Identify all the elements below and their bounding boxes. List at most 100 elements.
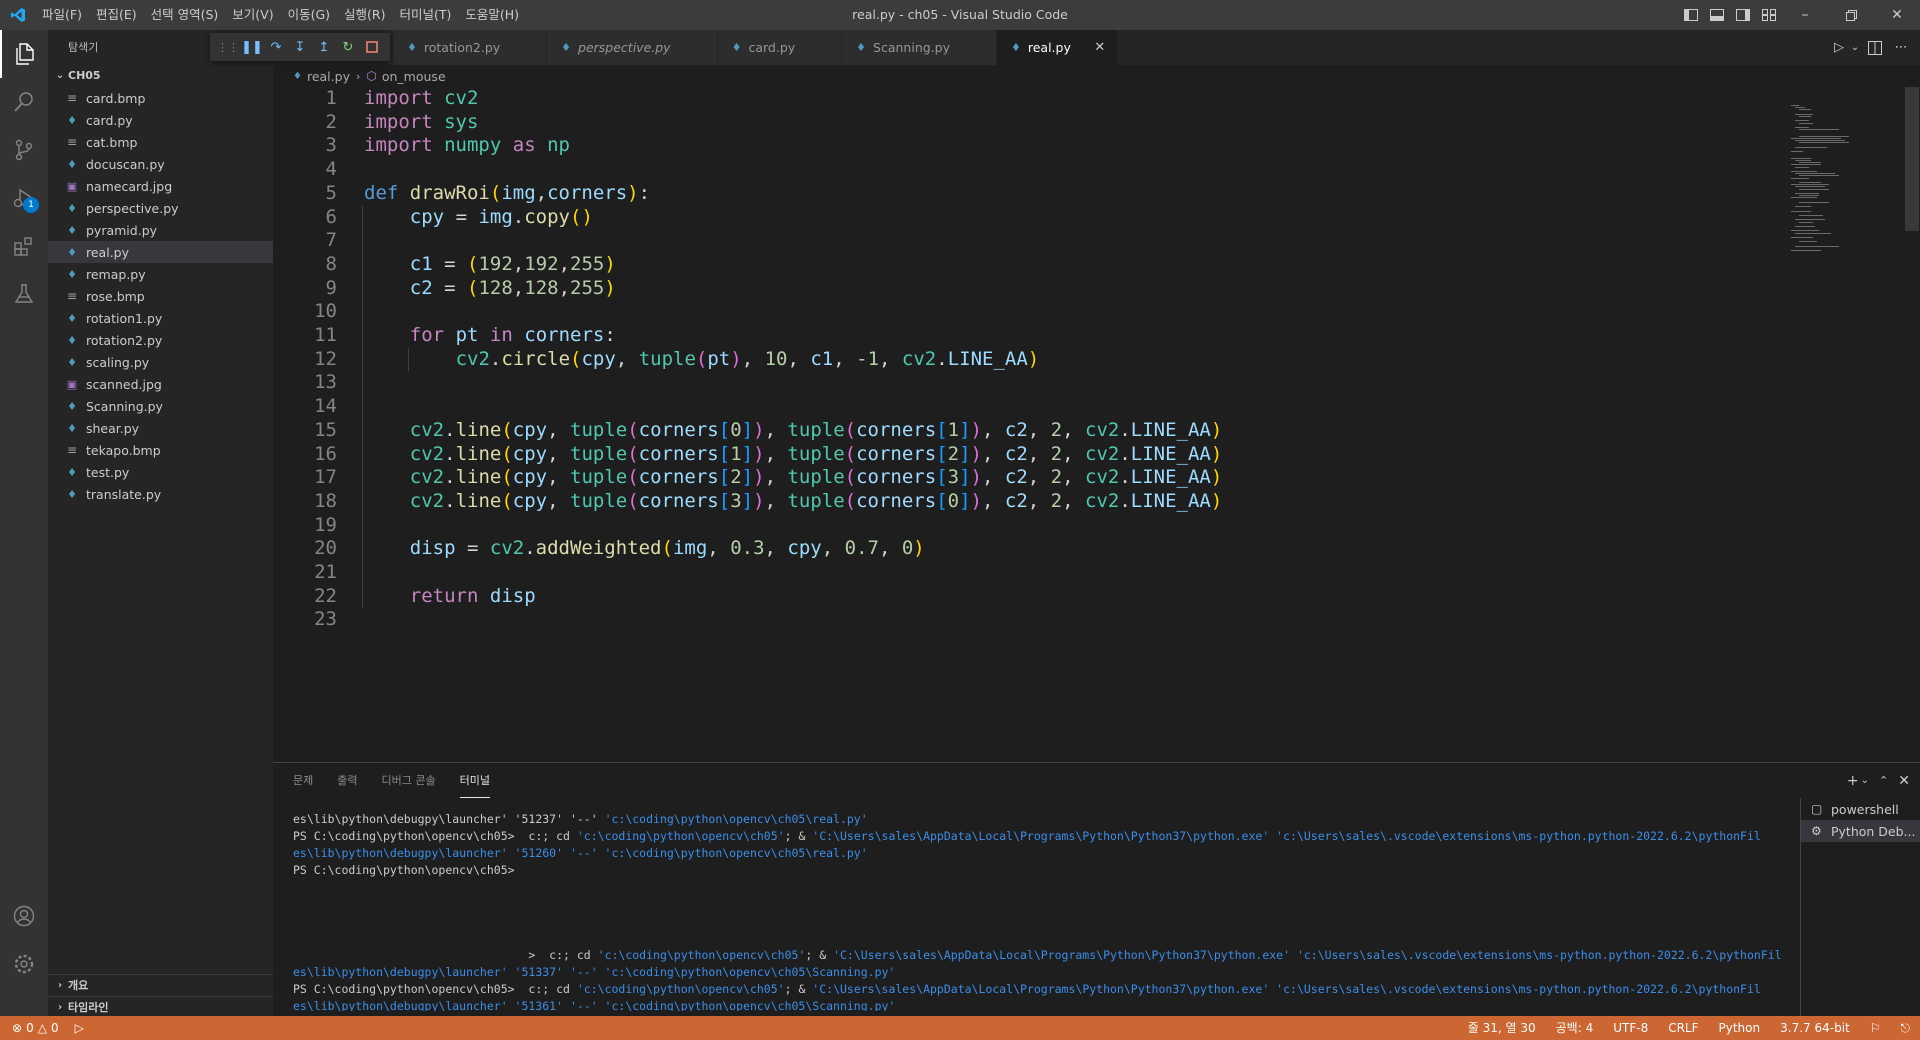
file-item[interactable]: ♦ scaling.py (48, 351, 273, 373)
code-text: return disp (409, 584, 536, 607)
encoding[interactable]: UTF-8 (1603, 1016, 1658, 1040)
close-tab-icon[interactable]: ✕ (817, 40, 831, 55)
warning-count[interactable]: 0 (51, 1021, 59, 1035)
file-item[interactable]: ♦ Scanning.py (48, 395, 273, 417)
more-actions-icon[interactable]: ⋯ (1890, 37, 1912, 59)
drag-handle-icon[interactable]: ⋮⋮ (216, 36, 240, 58)
menu-item[interactable]: 보기(V) (225, 0, 280, 30)
panel-tab[interactable]: 디버그 콘솔 (382, 763, 436, 798)
toggle-sidebar-icon[interactable] (1678, 0, 1704, 30)
file-item[interactable]: ▣ namecard.jpg (48, 175, 273, 197)
step-into-icon[interactable]: ↧ (288, 36, 312, 58)
run-debug-icon[interactable]: 1 (0, 174, 48, 222)
menu-item[interactable]: 이동(G) (281, 0, 337, 30)
warning-icon[interactable]: △ (38, 1021, 47, 1035)
minimap-line (1791, 151, 1803, 153)
end-of-line[interactable]: CRLF (1658, 1016, 1708, 1040)
file-item[interactable]: ≡ cat.bmp (48, 131, 273, 153)
toggle-secondary-sidebar-icon[interactable] (1730, 0, 1756, 30)
error-count[interactable]: 0 (26, 1021, 34, 1035)
error-icon[interactable]: ⊗ (12, 1021, 22, 1035)
step-out-icon[interactable]: ↥ (312, 36, 336, 58)
accounts-icon[interactable] (0, 892, 48, 940)
menu-item[interactable]: 선택 영역(S) (144, 0, 226, 30)
settings-gear-icon[interactable] (0, 940, 48, 988)
file-item[interactable]: ♦ rotation2.py (48, 329, 273, 351)
breadcrumb-file[interactable]: real.py (307, 69, 350, 84)
debug-launch-icon[interactable]: ▷ (75, 1021, 84, 1035)
code-editor[interactable]: 1 import cv2 2 import sys 3 import numpy as n… (273, 87, 1920, 762)
tab-rotation2-py[interactable]: ♦ rotation2.py ✕ (393, 30, 548, 65)
file-item[interactable]: ♦ docuscan.py (48, 153, 273, 175)
chevron-down-icon[interactable]: ⌄ (1861, 775, 1869, 786)
file-item[interactable]: ≡ card.bmp (48, 87, 273, 109)
new-terminal-icon[interactable]: + (1847, 773, 1859, 789)
minimize-icon[interactable]: – (1782, 0, 1828, 30)
tab-real-py[interactable]: ♦ real.py ✕ (996, 30, 1118, 65)
close-panel-icon[interactable]: ✕ (1898, 773, 1910, 789)
tab-scanning-py[interactable]: ♦ Scanning.py ✕ (842, 30, 997, 65)
minimap[interactable] (1788, 87, 1898, 762)
split-editor-icon[interactable] (1864, 37, 1886, 59)
file-item[interactable]: ♦ remap.py (48, 263, 273, 285)
search-icon[interactable] (0, 78, 48, 126)
timeline-section[interactable]: › 타임라인 (48, 996, 273, 1018)
source-control-icon[interactable] (0, 126, 48, 174)
tab-card-py[interactable]: ♦ card.py ✕ (717, 30, 843, 65)
customize-layout-icon[interactable] (1756, 0, 1782, 30)
stop-icon[interactable] (360, 36, 384, 58)
panel-tab[interactable]: 문제 (293, 763, 313, 798)
menu-item[interactable]: 파일(F) (35, 0, 89, 30)
testing-icon[interactable] (0, 270, 48, 318)
terminal-instance[interactable]: ▢ powershell (1801, 798, 1920, 820)
pause-icon[interactable]: ❚❚ (240, 36, 264, 58)
folder-ch05[interactable]: ⌄ CH05 (48, 65, 273, 87)
file-item[interactable]: ♦ pyramid.py (48, 219, 273, 241)
file-item[interactable]: ♦ perspective.py (48, 197, 273, 219)
file-item[interactable]: ♦ test.py (48, 461, 273, 483)
restart-icon[interactable]: ↻ (336, 36, 360, 58)
close-window-icon[interactable]: ✕ (1874, 0, 1920, 30)
step-over-icon[interactable]: ↷ (264, 36, 288, 58)
menu-item[interactable]: 터미널(T) (393, 0, 459, 30)
terminal-instance[interactable]: ⚙ Python Deb... (1801, 820, 1920, 842)
menu-item[interactable]: 편집(E) (89, 0, 144, 30)
editor-scrollbar[interactable] (1905, 87, 1919, 762)
close-tab-icon[interactable]: ✕ (693, 40, 707, 55)
file-item[interactable]: ♦ card.py (48, 109, 273, 131)
chevron-down-icon[interactable]: ⌄ (1850, 37, 1860, 59)
file-item[interactable]: ▣ scanned.jpg (48, 373, 273, 395)
file-item[interactable]: ♦ rotation1.py (48, 307, 273, 329)
outline-section[interactable]: › 개요 (48, 974, 273, 996)
scrollbar-thumb[interactable] (1905, 87, 1919, 231)
file-item[interactable]: ♦ shear.py (48, 417, 273, 439)
panel-tab[interactable]: 터미널 (459, 763, 490, 798)
feedback-icon[interactable]: ⚐ (1860, 1016, 1891, 1040)
run-file-icon[interactable]: ▷ (1828, 37, 1850, 59)
file-item[interactable]: ♦ translate.py (48, 483, 273, 505)
minimap-line (1799, 188, 1829, 190)
panel-tab[interactable]: 출력 (337, 763, 357, 798)
explorer-icon[interactable] (0, 30, 48, 78)
menu-item[interactable]: 도움말(H) (458, 0, 526, 30)
toggle-panel-icon[interactable] (1704, 0, 1730, 30)
restore-icon[interactable] (1828, 0, 1874, 30)
close-tab-icon[interactable]: ✕ (522, 40, 536, 55)
cursor-position[interactable]: 줄 31, 열 30 (1458, 1016, 1546, 1040)
close-tab-icon[interactable]: ✕ (972, 40, 986, 55)
tab-perspective-py[interactable]: ♦ perspective.py ✕ (547, 30, 718, 65)
file-item[interactable]: ♦ real.py (48, 241, 273, 263)
language-mode[interactable]: Python (1709, 1016, 1771, 1040)
breadcrumb-symbol[interactable]: on_mouse (382, 69, 446, 84)
indentation[interactable]: 공백: 4 (1546, 1016, 1604, 1040)
file-item[interactable]: ≡ tekapo.bmp (48, 439, 273, 461)
maximize-panel-icon[interactable]: ⌃ (1879, 774, 1888, 787)
terminal-output[interactable]: es\lib\python\debugpy\launcher' '51237' … (293, 811, 1798, 1011)
file-item[interactable]: ≡ rose.bmp (48, 285, 273, 307)
python-file-icon: ♦ (67, 399, 77, 413)
menu-item[interactable]: 실행(R) (337, 0, 392, 30)
notifications-bell-icon[interactable]: ⎋ (1891, 1016, 1920, 1040)
python-interpreter[interactable]: 3.7.7 64-bit (1770, 1016, 1860, 1040)
extensions-icon[interactable] (0, 222, 48, 270)
close-tab-icon[interactable]: ✕ (1093, 40, 1107, 55)
